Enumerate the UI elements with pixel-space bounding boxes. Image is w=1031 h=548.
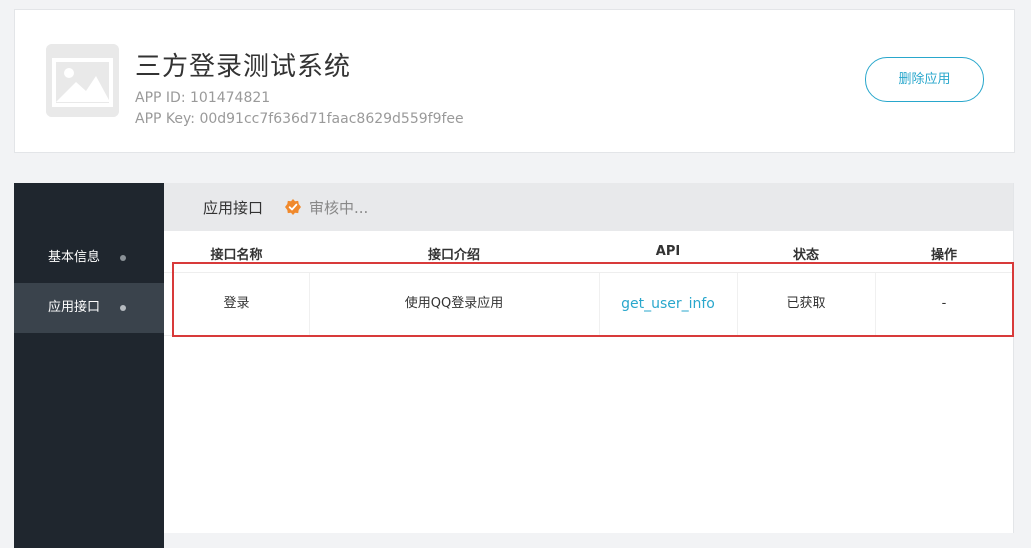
app-key: APP Key: 00d91cc7f636d71faac8629d559f9fe… — [135, 111, 464, 127]
cell-status: 已获取 — [786, 296, 826, 311]
app-key-value: 00d91cc7f636d71faac8629d559f9fee — [199, 111, 464, 127]
image-placeholder-icon — [46, 44, 119, 117]
verified-badge-icon — [285, 199, 301, 215]
column-header-name: 接口名称 — [210, 248, 263, 263]
column-header-action: 操作 — [930, 248, 957, 263]
column-header-status: 状态 — [792, 248, 819, 263]
sidebar-item-basic-info[interactable]: 基本信息 — [14, 233, 164, 283]
review-status-text: 审核中... — [309, 199, 369, 217]
column-header-api: API — [655, 244, 681, 259]
dot-icon — [120, 255, 126, 261]
tab-app-api[interactable]: 应用接口 — [203, 183, 263, 233]
page-bottom-strip — [164, 533, 1014, 548]
app-name: 三方登录测试系统 — [135, 52, 352, 82]
api-link[interactable]: get_user_info — [621, 296, 715, 312]
app-key-label: APP Key: — [135, 111, 195, 127]
cell-action: - — [941, 296, 947, 311]
cell-api: get_user_info — [599, 273, 737, 335]
tab-bar: 应用接口 审核中... — [164, 183, 1013, 231]
sidebar: 基本信息 应用接口 — [14, 183, 164, 548]
sidebar-item-label: 应用接口 — [48, 300, 101, 315]
app-header-card: 三方登录测试系统 APP ID: 101474821 APP Key: 00d9… — [14, 9, 1015, 153]
cell-api-description: 使用QQ登录应用 — [404, 296, 504, 311]
sidebar-item-app-api[interactable]: 应用接口 — [14, 283, 164, 333]
app-id-value: 101474821 — [190, 90, 271, 106]
dot-icon — [120, 305, 126, 311]
app-id: APP ID: 101474821 — [135, 90, 270, 106]
table-header: 接口名称 接口介绍 API 状态 操作 — [164, 231, 1013, 272]
table-row: 登录 使用QQ登录应用 get_user_info 已获取 - — [164, 272, 1013, 336]
column-header-description: 接口介绍 — [427, 248, 480, 263]
sidebar-item-label: 基本信息 — [48, 250, 101, 265]
main-panel: 应用接口 审核中... 接口名称 接口介绍 API 状态 操作 登录 使用QQ登… — [164, 183, 1014, 534]
app-id-label: APP ID: — [135, 90, 186, 106]
cell-api-name: 登录 — [223, 296, 250, 311]
delete-app-button[interactable]: 删除应用 — [865, 57, 984, 102]
